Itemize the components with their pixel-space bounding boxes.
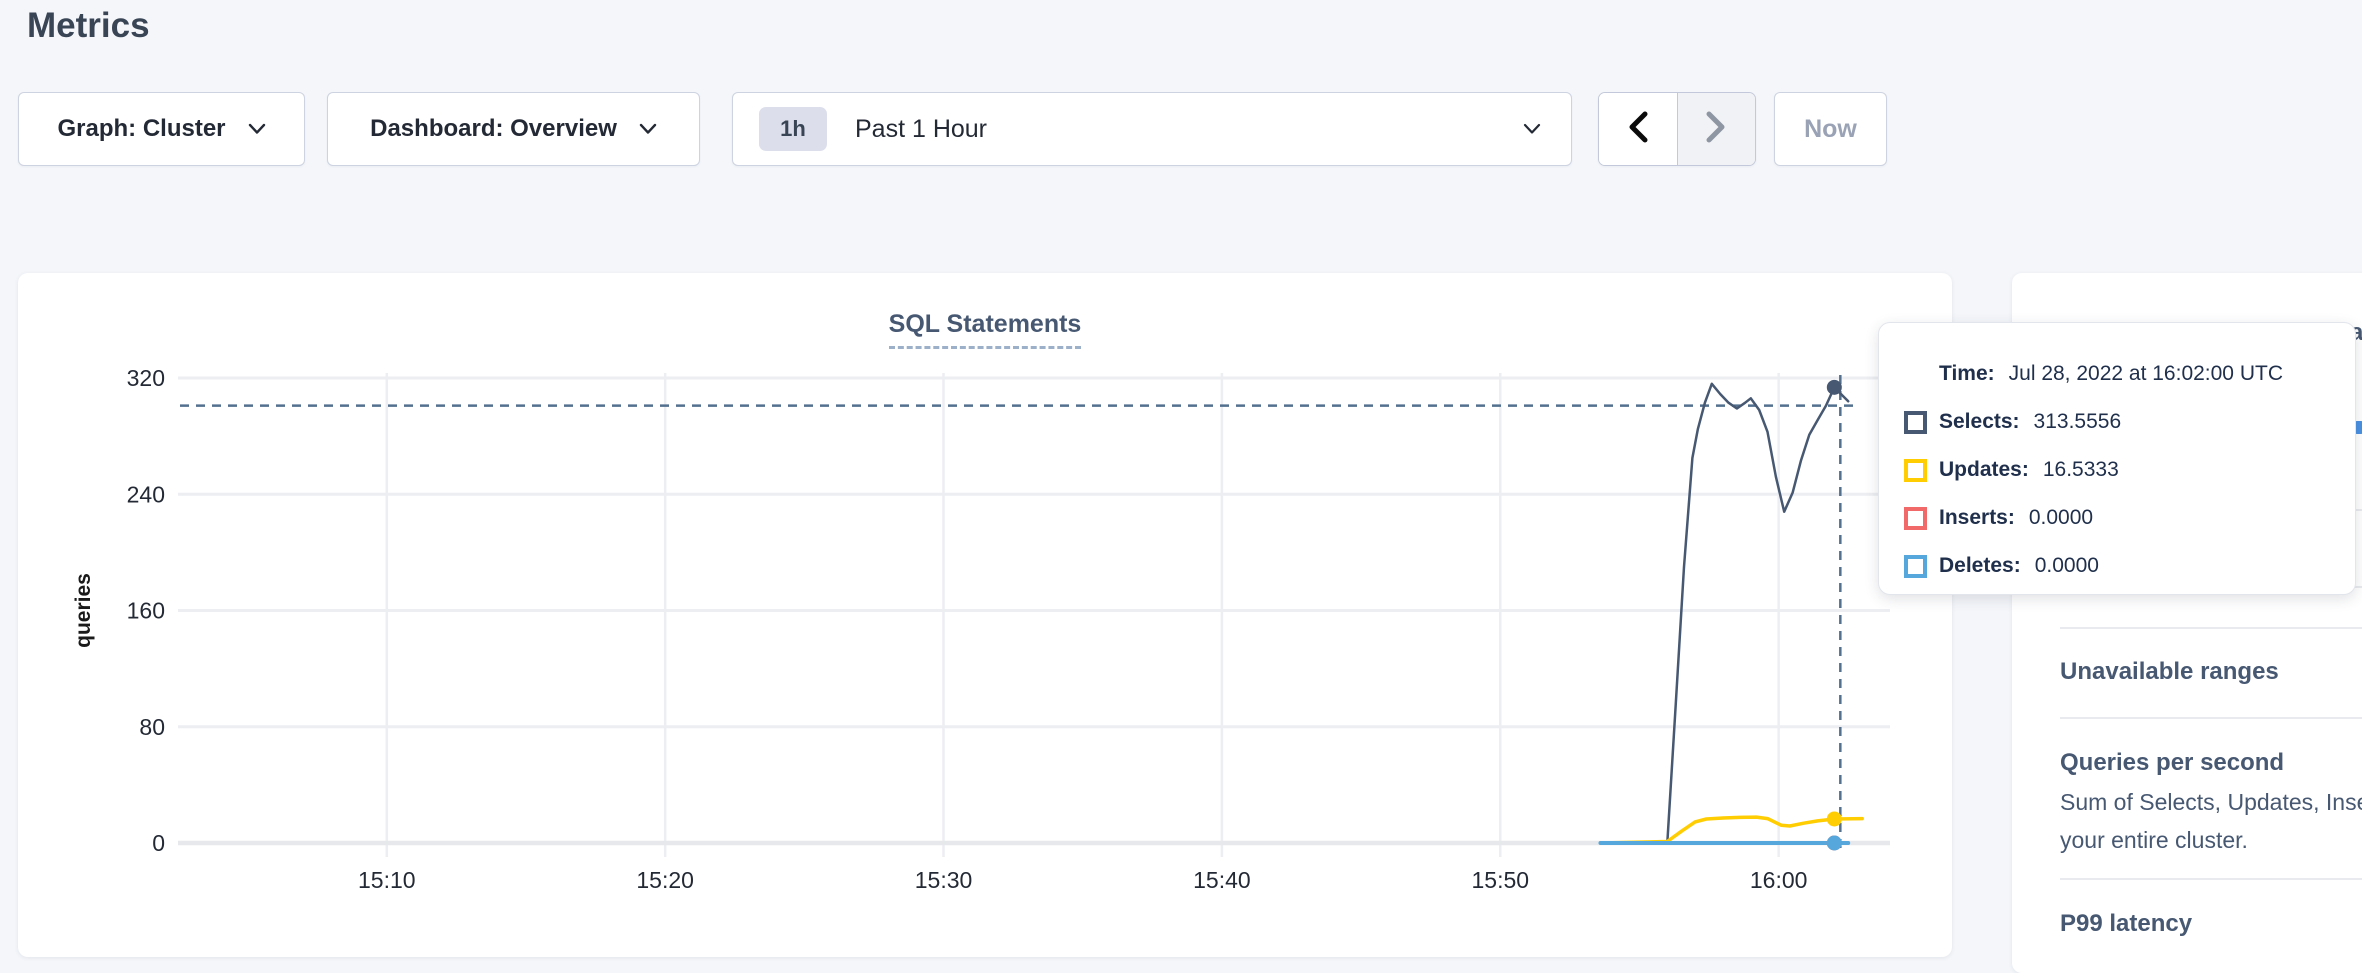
time-range-value: Past 1 Hour: [855, 115, 987, 144]
svg-text:15:30: 15:30: [915, 867, 973, 893]
divider: [2060, 627, 2362, 629]
prev-time-button[interactable]: [1599, 93, 1678, 165]
tooltip-time-label: Time:: [1939, 362, 1995, 386]
deletes-legend-swatch-icon: [1904, 555, 1927, 578]
tooltip-deletes-label: Deletes:: [1939, 554, 2021, 578]
dashboard-dropdown[interactable]: Dashboard: Overview: [327, 92, 700, 166]
graph-scope-dropdown[interactable]: Graph: Cluster: [18, 92, 305, 166]
tooltip-selects-value: 313.5556: [2034, 410, 2122, 434]
chevron-left-icon: [1627, 111, 1649, 148]
tooltip-row-deletes: Deletes: 0.0000: [1904, 542, 2355, 590]
sidebar-item-unavailable-ranges: Unavailable ranges: [2060, 658, 2279, 686]
selects-legend-swatch-icon: [1904, 411, 1927, 434]
inserts-legend-swatch-icon: [1904, 507, 1927, 530]
time-step-buttons: [1598, 92, 1756, 166]
svg-text:queries: queries: [72, 573, 95, 648]
tooltip-deletes-value: 0.0000: [2035, 554, 2099, 578]
queries-per-second-desc-line1: Sum of Selects, Updates, Inser: [2060, 789, 2362, 816]
svg-text:0: 0: [152, 830, 165, 856]
chart-plot-area[interactable]: 15:10 15:20 15:30 15:40 15:50 16:00 320 240 160 8…: [18, 273, 1952, 957]
svg-text:240: 240: [127, 481, 165, 507]
chevron-right-icon: [1705, 111, 1727, 148]
sidebar-item-p99-latency: P99 latency: [2060, 910, 2192, 938]
updates-legend-swatch-icon: [1904, 459, 1927, 482]
chevron-down-icon: [639, 123, 657, 135]
sidebar-item-queries-per-second: Queries per second: [2060, 749, 2284, 777]
divider: [2060, 878, 2362, 880]
tooltip-row-updates: Updates: 16.5333: [1904, 446, 2355, 494]
tooltip-inserts-value: 0.0000: [2029, 506, 2093, 530]
svg-text:320: 320: [127, 365, 165, 391]
tooltip-updates-value: 16.5333: [2043, 458, 2119, 482]
tooltip-row-inserts: Inserts: 0.0000: [1904, 494, 2355, 542]
svg-text:15:40: 15:40: [1193, 867, 1251, 893]
tooltip-time-value: Jul 28, 2022 at 16:02:00 UTC: [2009, 362, 2283, 386]
chevron-down-icon: [1523, 123, 1541, 135]
queries-per-second-desc-line2: your entire cluster.: [2060, 827, 2248, 854]
tooltip-updates-label: Updates:: [1939, 458, 2029, 482]
occluded-link-fragment: [2355, 421, 2362, 434]
tooltip-selects-label: Selects:: [1939, 410, 2020, 434]
tooltip-row-selects: Selects: 313.5556: [1904, 398, 2355, 446]
tooltip-inserts-label: Inserts:: [1939, 506, 2015, 530]
graph-scope-label: Graph: Cluster: [57, 115, 225, 143]
next-time-button[interactable]: [1678, 93, 1756, 165]
page-title: Metrics: [27, 6, 150, 46]
svg-text:15:10: 15:10: [358, 867, 416, 893]
time-range-select[interactable]: 1h Past 1 Hour: [732, 92, 1572, 166]
chevron-down-icon: [248, 123, 266, 135]
time-range-badge: 1h: [759, 107, 827, 151]
svg-text:80: 80: [139, 714, 165, 740]
chart-hover-tooltip: Time: Jul 28, 2022 at 16:02:00 UTC Selec…: [1878, 322, 2356, 595]
now-button[interactable]: Now: [1774, 92, 1887, 166]
dashboard-label: Dashboard: Overview: [370, 115, 617, 143]
svg-text:15:50: 15:50: [1471, 867, 1529, 893]
divider: [2060, 717, 2362, 719]
svg-text:160: 160: [127, 598, 165, 624]
svg-text:16:00: 16:00: [1750, 867, 1808, 893]
svg-text:15:20: 15:20: [636, 867, 694, 893]
sql-statements-chart-card: SQL Statements 15:1015:2015:3015:4015:50…: [18, 273, 1952, 957]
